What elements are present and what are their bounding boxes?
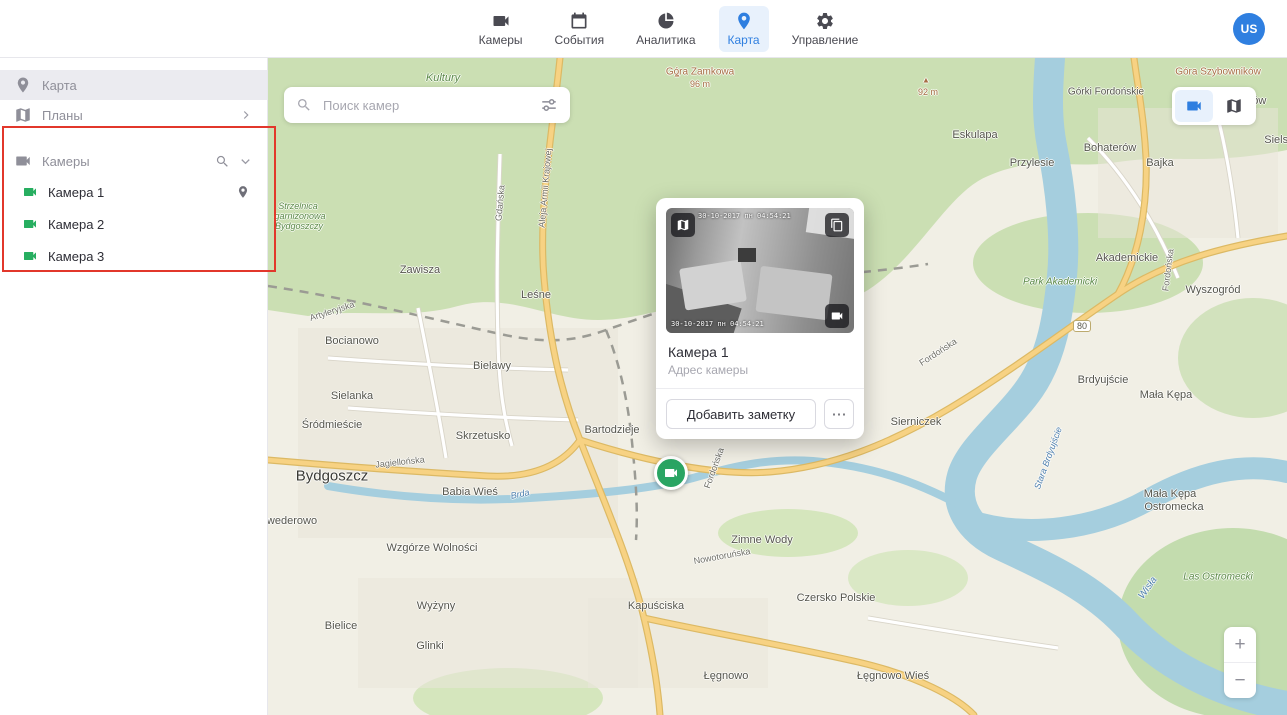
main-nav: Камеры События Аналитика Карта Управлени…	[470, 6, 868, 52]
sidebar-item-label: Карта	[42, 78, 77, 93]
map-area: Kultury▲Góra Zamkowa96 m▲92 mGóra Szybow…	[268, 58, 1287, 715]
location-pin-icon[interactable]	[236, 185, 250, 199]
tab-events[interactable]: События	[546, 6, 614, 52]
search-icon	[296, 97, 312, 113]
zoom-in-button[interactable]: +	[1224, 627, 1256, 662]
cameras-layer-button[interactable]	[1175, 90, 1213, 122]
preview-shape	[738, 248, 756, 262]
camera-list-item-2[interactable]: Камера 2	[0, 208, 267, 240]
timestamp-overlay: 30-10-2017 пн 04:54:21	[698, 212, 791, 220]
map-pin-icon	[734, 11, 754, 31]
preview-shape	[755, 266, 832, 320]
sidebar-item-label: Планы	[42, 108, 83, 123]
camera-preview[interactable]: 30-10-2017 пн 04:54:21 30-10-2017 пн 04:…	[666, 208, 854, 333]
sidebar-group-cameras[interactable]: Камеры	[0, 146, 267, 176]
map-mode-toggle	[1172, 87, 1256, 125]
gear-icon	[815, 11, 835, 31]
cameras-group-icon	[14, 152, 32, 170]
search-input[interactable]	[321, 97, 531, 114]
filter-icon[interactable]	[540, 96, 558, 114]
camera-search-bar	[284, 87, 570, 123]
tab-management[interactable]: Управление	[783, 6, 868, 52]
tab-label: События	[555, 33, 605, 47]
tab-label: Аналитика	[636, 33, 695, 47]
camera-icon	[22, 248, 38, 264]
add-note-button[interactable]: Добавить заметку	[666, 399, 816, 429]
divider	[656, 388, 864, 389]
camera-popup: 30-10-2017 пн 04:54:21 30-10-2017 пн 04:…	[656, 198, 864, 439]
analytics-icon	[656, 11, 676, 31]
tab-analytics[interactable]: Аналитика	[627, 6, 704, 52]
tab-label: Камеры	[479, 33, 523, 47]
tab-label: Карта	[728, 33, 760, 47]
map-icon	[676, 218, 690, 232]
map-pin-icon	[14, 76, 32, 94]
camera-icon	[830, 309, 844, 323]
sidebar: Карта Планы Камеры Камера 1 Камера 2 К	[0, 58, 268, 715]
copy-icon	[830, 218, 844, 232]
map-icon	[1225, 97, 1243, 115]
copy-view-button[interactable]	[825, 213, 849, 237]
tab-cameras[interactable]: Камеры	[470, 6, 532, 52]
chevron-down-icon[interactable]	[238, 154, 253, 169]
more-options-button[interactable]: ⋯	[824, 399, 854, 429]
sidebar-group-label: Камеры	[42, 154, 90, 169]
tab-map[interactable]: Карта	[719, 6, 769, 52]
show-on-plan-button[interactable]	[671, 213, 695, 237]
camera-list-item-3[interactable]: Камера 3	[0, 240, 267, 272]
events-icon	[569, 11, 589, 31]
search-icon[interactable]	[215, 154, 230, 169]
camera-icon	[22, 216, 38, 232]
timestamp-overlay: 30-10-2017 пн 04:54:21	[671, 320, 764, 328]
camera-list-item-1[interactable]: Камера 1	[0, 176, 267, 208]
camera-map-marker[interactable]	[654, 456, 688, 490]
zoom-out-button[interactable]: −	[1224, 662, 1256, 698]
camera-icon	[491, 11, 511, 31]
camera-name: Камера 2	[48, 217, 104, 232]
preview-shape	[679, 259, 747, 310]
camera-name: Камера 1	[48, 185, 104, 200]
map-layer-button[interactable]	[1215, 90, 1253, 122]
sidebar-item-map[interactable]: Карта	[0, 70, 267, 100]
popup-camera-name: Камера 1	[668, 344, 852, 360]
map-icon	[14, 106, 32, 124]
tab-label: Управление	[792, 33, 859, 47]
popup-camera-address: Адрес камеры	[668, 363, 852, 377]
camera-icon	[22, 184, 38, 200]
open-stream-button[interactable]	[825, 304, 849, 328]
camera-icon	[1185, 97, 1203, 115]
chevron-right-icon	[239, 108, 253, 122]
user-avatar[interactable]: US	[1233, 13, 1265, 45]
top-bar: Камеры События Аналитика Карта Управлени…	[0, 0, 1287, 58]
camera-icon	[663, 465, 679, 481]
camera-name: Камера 3	[48, 249, 104, 264]
zoom-controls: + −	[1224, 627, 1256, 698]
sidebar-item-plans[interactable]: Планы	[0, 100, 267, 130]
